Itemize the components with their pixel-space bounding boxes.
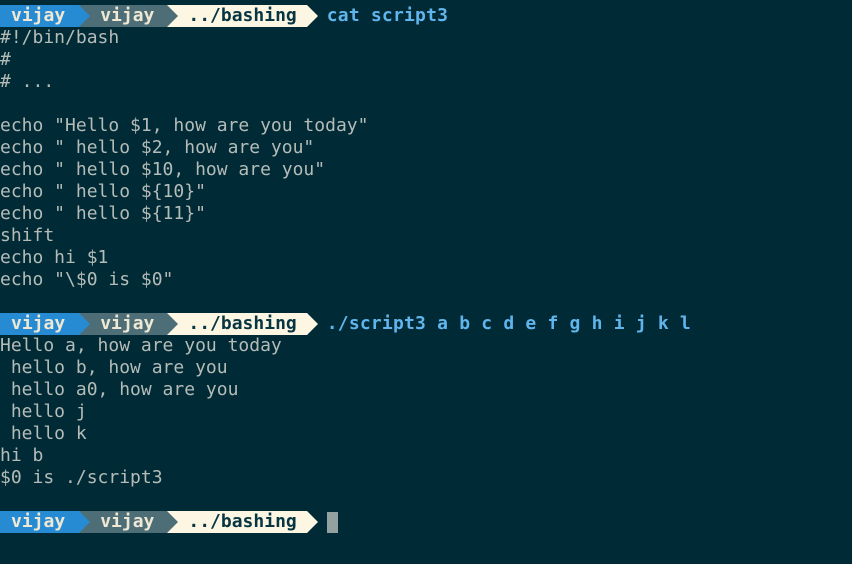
- prompt-path-segment: ../bashing: [167, 5, 319, 27]
- prompt-line: vijay vijay ../bashing ./script3 a b c d…: [0, 313, 691, 335]
- prompt-path-segment: ../bashing: [167, 511, 319, 533]
- output-line: echo hi $1: [0, 247, 109, 268]
- prompt-user-segment: vijay: [0, 511, 91, 533]
- output-line: $0 is ./script3: [0, 467, 163, 488]
- prompt-host-segment: vijay: [79, 5, 179, 27]
- command-text: cat script3: [326, 5, 449, 26]
- output-line: echo "Hello $1, how are you today": [0, 115, 369, 136]
- output-line: # ...: [0, 71, 55, 92]
- output-line: echo " hello ${11}": [0, 203, 206, 224]
- prompt-line: vijay vijay ../bashing cat script3: [0, 5, 448, 27]
- prompt-host-segment: vijay: [79, 313, 179, 335]
- output-line: #!/bin/bash: [0, 27, 120, 48]
- command-text: ./script3 a b c d e f g h i j k l: [326, 313, 691, 334]
- output-line: hello j: [0, 401, 87, 422]
- output-line: hi b: [0, 445, 44, 466]
- prompt-line[interactable]: vijay vijay ../bashing: [0, 511, 338, 533]
- prompt-host-segment: vijay: [79, 511, 179, 533]
- output-line: echo "\$0 is $0": [0, 269, 174, 290]
- prompt-path-segment: ../bashing: [167, 313, 319, 335]
- output-line: echo " hello $2, how are you": [0, 137, 315, 158]
- output-line: Hello a, how are you today: [0, 335, 282, 356]
- text-cursor[interactable]: [326, 511, 338, 533]
- prompt-user-segment: vijay: [0, 313, 91, 335]
- output-line: echo " hello ${10}": [0, 181, 206, 202]
- terminal-window[interactable]: vijay vijay ../bashing cat script3 #!/bi…: [0, 0, 852, 564]
- output-line: hello k: [0, 423, 87, 444]
- output-line: hello a0, how are you: [0, 379, 239, 400]
- prompt-user-segment: vijay: [0, 5, 91, 27]
- output-line: echo " hello $10, how are you": [0, 159, 326, 180]
- output-line: #: [0, 49, 11, 70]
- output-line: shift: [0, 225, 55, 246]
- output-line: hello b, how are you: [0, 357, 228, 378]
